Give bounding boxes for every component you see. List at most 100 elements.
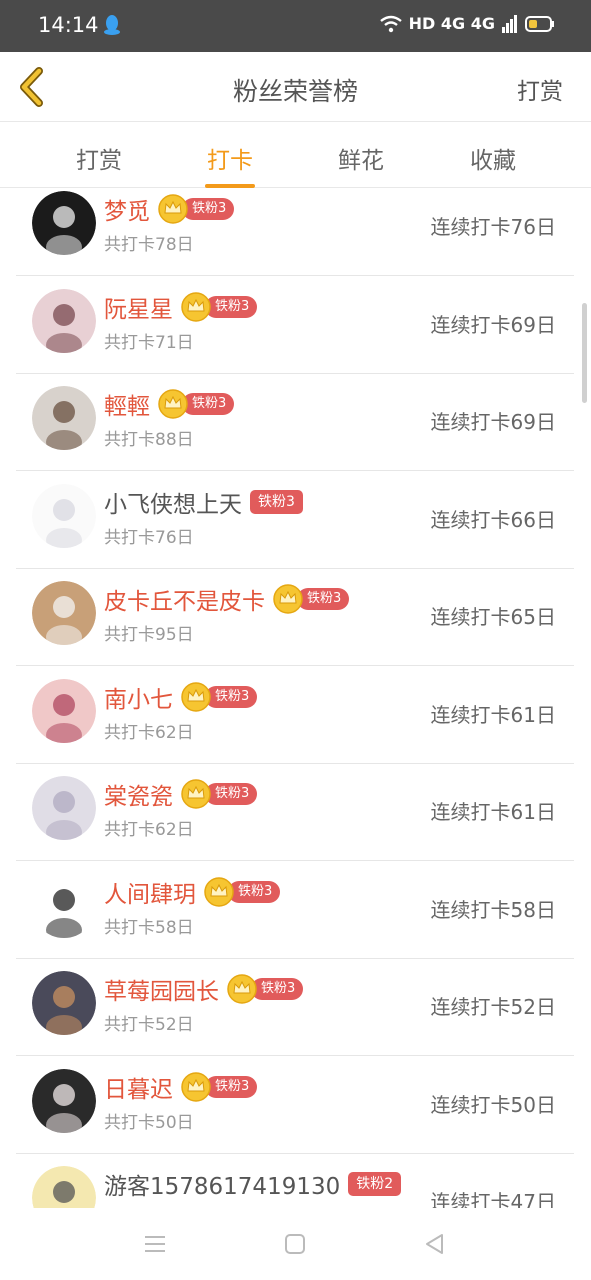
fan-name[interactable]: 南小七 xyxy=(104,680,173,714)
status-indicators: HD 4G 4G xyxy=(379,14,555,33)
tab-favorites[interactable]: 收藏 xyxy=(453,141,533,175)
reward-button[interactable]: 打赏 xyxy=(517,72,563,106)
avatar[interactable] xyxy=(32,1166,96,1208)
fan-level-badge: 铁粉3 xyxy=(205,685,258,708)
fan-list-item[interactable]: 小飞侠想上天 铁粉3 共打卡76日 连续打卡66日 xyxy=(16,472,574,569)
fan-name-row: 皮卡丘不是皮卡 铁粉3 xyxy=(104,582,350,616)
total-checkin-days: 共打卡62日 xyxy=(104,722,194,743)
avatar[interactable] xyxy=(32,971,96,1035)
streak-checkin-days: 连续打卡50日 xyxy=(430,1092,556,1117)
fan-level-badge: 铁粉3 xyxy=(251,978,304,1000)
total-checkin-days: 共打卡76日 xyxy=(104,527,194,548)
avatar[interactable] xyxy=(32,386,96,450)
battery-icon xyxy=(525,15,554,32)
tab-label: 打卡 xyxy=(207,148,253,174)
tab-checkin[interactable]: 打卡 xyxy=(190,141,270,188)
fan-level-badge: 铁粉3 xyxy=(182,393,235,415)
fan-name[interactable]: 棠瓷瓷 xyxy=(104,777,173,811)
tab-label: 打赏 xyxy=(76,148,122,174)
crown-icon xyxy=(181,1071,211,1102)
fan-list-item[interactable]: 南小七 铁粉3 共打卡62日 连续打卡61日 xyxy=(16,667,574,764)
fan-level-badge: 铁粉3 xyxy=(205,783,258,805)
streak-checkin-days: 连续打卡76日 xyxy=(430,215,556,239)
fan-level-badge: 铁粉3 xyxy=(250,489,303,514)
fan-name[interactable]: 梦觅 xyxy=(104,192,150,226)
avatar[interactable] xyxy=(32,678,96,743)
page-title: 粉丝荣誉榜 xyxy=(232,77,358,106)
avatar[interactable] xyxy=(32,581,96,645)
crown-icon xyxy=(181,779,211,809)
crown-icon xyxy=(273,584,303,614)
crown-icon xyxy=(158,194,188,224)
avatar[interactable] xyxy=(32,776,96,840)
crown-icon xyxy=(227,974,257,1004)
top-nav: 粉丝荣誉榜 打赏 xyxy=(0,52,591,122)
streak-checkin-days: 连续打卡61日 xyxy=(430,800,556,824)
fan-name-row: 小飞侠想上天 铁粉3 xyxy=(104,485,303,519)
fan-name[interactable]: 游客1578617419130 xyxy=(104,1167,340,1201)
fan-name[interactable]: 人间肆玥 xyxy=(104,875,196,909)
total-checkin-days: 共打卡88日 xyxy=(104,430,194,450)
fan-name[interactable]: 皮卡丘不是皮卡 xyxy=(104,582,265,616)
tab-label: 收藏 xyxy=(470,148,516,174)
fan-level-badge: 铁粉3 xyxy=(205,295,258,318)
total-checkin-days: 共打卡52日 xyxy=(104,1015,194,1035)
system-nav-bar xyxy=(0,1208,591,1280)
fan-name-row: 輕輕 铁粉3 xyxy=(104,387,235,421)
streak-checkin-days: 连续打卡52日 xyxy=(430,995,556,1019)
fan-name[interactable]: 輕輕 xyxy=(104,387,150,421)
status-time: 14:14 xyxy=(38,13,99,37)
streak-checkin-days: 连续打卡65日 xyxy=(430,605,556,629)
fan-list[interactable]: 梦觅 铁粉3 共打卡78日 连续打卡76日 阮星星 铁粉3 共打卡71日 连续打… xyxy=(0,188,591,1208)
avatar[interactable] xyxy=(32,191,96,255)
fan-name-row: 南小七 铁粉3 xyxy=(104,680,258,714)
total-checkin-days: 共打卡62日 xyxy=(104,820,194,840)
fan-list-item[interactable]: 輕輕 铁粉3 共打卡88日 连续打卡69日 xyxy=(16,374,574,471)
fan-level-badge: 铁粉2 xyxy=(348,1172,402,1196)
fan-name[interactable]: 日暮迟 xyxy=(104,1070,173,1104)
fan-list-item[interactable]: 游客1578617419130 铁粉2 连续打卡47日 xyxy=(16,1154,574,1208)
fan-list-item[interactable]: 阮星星 铁粉3 共打卡71日 连续打卡69日 xyxy=(16,277,574,374)
crown-icon xyxy=(204,876,234,907)
scrollbar-thumb[interactable] xyxy=(582,303,587,403)
fan-list-item[interactable]: 梦觅 铁粉3 共打卡78日 连续打卡76日 xyxy=(16,188,574,276)
total-checkin-days: 共打卡50日 xyxy=(104,1112,194,1133)
fan-name-row: 游客1578617419130 铁粉2 xyxy=(104,1167,402,1201)
fan-level-badge: 铁粉3 xyxy=(228,880,281,903)
home-icon[interactable] xyxy=(281,1230,309,1258)
streak-checkin-days: 连续打卡66日 xyxy=(430,507,556,532)
network-label: HD 4G 4G xyxy=(408,14,495,33)
fan-name-row: 草莓园园长 铁粉3 xyxy=(104,972,304,1006)
fan-name-row: 人间肆玥 铁粉3 xyxy=(104,875,281,909)
streak-checkin-days: 连续打卡69日 xyxy=(430,410,556,434)
crown-icon xyxy=(158,389,188,419)
crown-icon xyxy=(181,291,211,322)
fan-name-row: 阮星星 铁粉3 xyxy=(104,290,258,324)
fan-list-item[interactable]: 日暮迟 铁粉3 共打卡50日 连续打卡50日 xyxy=(16,1057,574,1154)
fan-list-item[interactable]: 皮卡丘不是皮卡 铁粉3 共打卡95日 连续打卡65日 xyxy=(16,569,574,666)
fan-list-item[interactable]: 草莓园园长 铁粉3 共打卡52日 连续打卡52日 xyxy=(16,959,574,1056)
fan-level-badge: 铁粉3 xyxy=(297,588,350,610)
fan-name-row: 梦觅 铁粉3 xyxy=(104,192,235,226)
fan-level-badge: 铁粉3 xyxy=(205,1075,258,1098)
fan-list-item[interactable]: 人间肆玥 铁粉3 共打卡58日 连续打卡58日 xyxy=(16,862,574,959)
back-triangle-icon[interactable] xyxy=(421,1230,449,1258)
fan-level-badge: 铁粉3 xyxy=(182,198,235,220)
tab-label: 鲜花 xyxy=(338,148,384,174)
avatar[interactable] xyxy=(32,288,96,353)
back-arrow-icon[interactable] xyxy=(10,64,56,110)
avatar[interactable] xyxy=(32,483,96,548)
fan-name[interactable]: 阮星星 xyxy=(104,290,173,324)
tab-reward[interactable]: 打赏 xyxy=(59,141,139,175)
wifi-icon xyxy=(379,15,402,32)
qq-penguin-icon xyxy=(104,15,120,35)
fan-list-item[interactable]: 棠瓷瓷 铁粉3 共打卡62日 连续打卡61日 xyxy=(16,764,574,861)
avatar[interactable] xyxy=(32,873,96,938)
avatar[interactable] xyxy=(32,1068,96,1133)
fan-name[interactable]: 小飞侠想上天 xyxy=(104,485,242,519)
total-checkin-days: 共打卡71日 xyxy=(104,332,194,353)
tab-flowers[interactable]: 鲜花 xyxy=(321,141,401,175)
menu-icon[interactable] xyxy=(141,1230,169,1258)
fan-name[interactable]: 草莓园园长 xyxy=(104,972,219,1006)
crown-icon xyxy=(181,681,211,712)
